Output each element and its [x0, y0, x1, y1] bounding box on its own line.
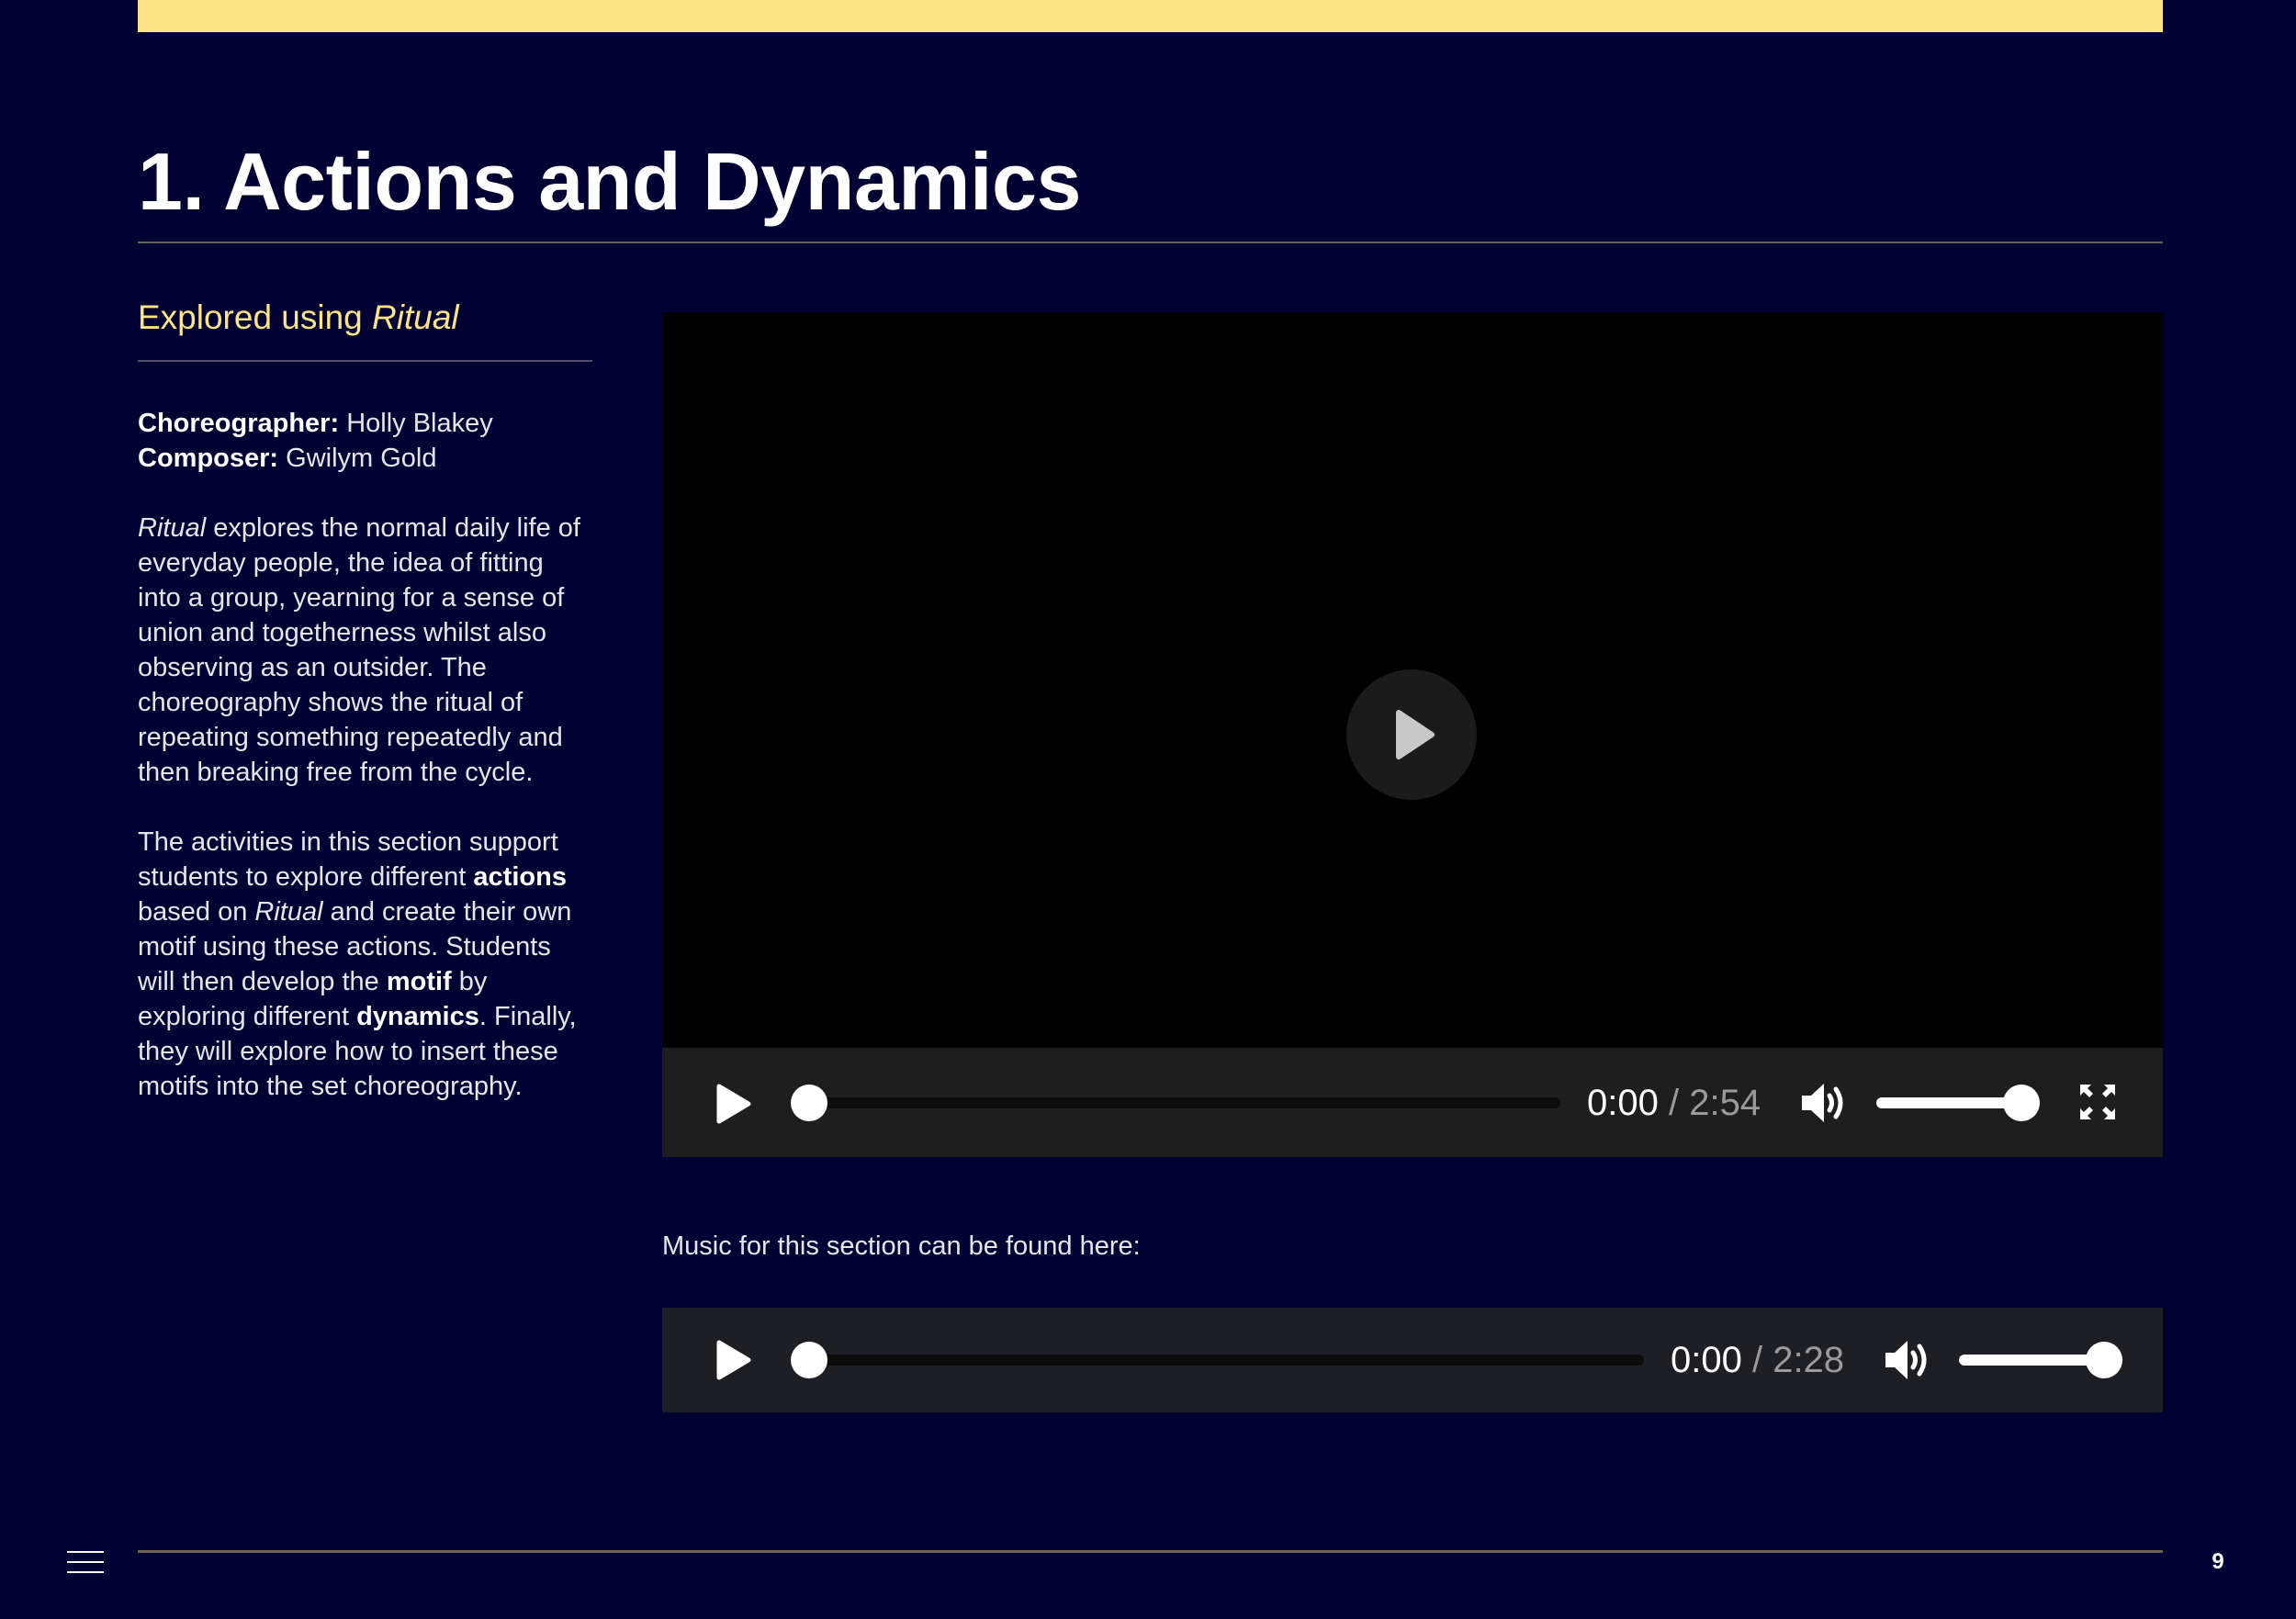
choreographer-line: Choreographer: Holly Blakey	[138, 406, 592, 441]
page-number: 9	[2212, 1549, 2224, 1574]
video-time: 0:00 / 2:54	[1587, 1081, 1761, 1125]
video-controls: 0:00 / 2:54	[662, 1048, 2163, 1157]
duration: 2:54	[1689, 1083, 1761, 1123]
audio-volume-handle[interactable]	[2086, 1342, 2122, 1378]
menu-icon[interactable]	[67, 1549, 104, 1575]
current-time: 0:00	[1671, 1340, 1742, 1380]
choreographer-name: Holly Blakey	[339, 409, 493, 438]
volume-icon[interactable]	[1883, 1337, 1932, 1383]
page: 1. Actions and Dynamics Explored using R…	[0, 0, 2296, 1619]
current-time: 0:00	[1587, 1083, 1659, 1123]
text-span: based on	[138, 897, 255, 927]
audio-seek-handle[interactable]	[791, 1342, 827, 1378]
play-icon[interactable]	[712, 1083, 754, 1125]
bold-term: motif	[386, 967, 452, 996]
footer-divider	[138, 1550, 2163, 1553]
bold-term: actions	[473, 862, 567, 892]
time-separator: /	[1658, 1083, 1690, 1123]
music-label: Music for this section can be found here…	[662, 1231, 1141, 1261]
work-title: Ritual	[254, 897, 323, 927]
composer-line: Composer: Gwilym Gold	[138, 441, 592, 476]
play-icon	[1396, 710, 1435, 759]
choreographer-label: Choreographer:	[138, 409, 340, 438]
bold-term: dynamics	[356, 1002, 479, 1031]
video-seek-track[interactable]	[791, 1097, 1560, 1108]
subtitle-work: Ritual	[372, 298, 459, 336]
top-accent-bar	[138, 0, 2163, 32]
time-separator: /	[1741, 1340, 1773, 1380]
audio-time: 0:00 / 2:28	[1671, 1338, 1844, 1382]
activities-paragraph: The activities in this section support s…	[138, 825, 592, 1104]
video-volume-handle[interactable]	[2003, 1085, 2040, 1121]
volume-icon[interactable]	[1799, 1080, 1849, 1126]
fullscreen-icon[interactable]	[2077, 1081, 2119, 1123]
big-play-button[interactable]	[1346, 669, 1477, 800]
work-title: Ritual	[138, 513, 207, 543]
subtitle-prefix: Explored using	[138, 298, 373, 336]
audio-player[interactable]: 0:00 / 2:28	[662, 1308, 2163, 1412]
subtitle-divider	[138, 360, 592, 362]
composer-name: Gwilym Gold	[278, 444, 437, 473]
section-subtitle: Explored using Ritual	[138, 294, 592, 342]
composer-label: Composer:	[138, 444, 279, 473]
video-seek-handle[interactable]	[791, 1085, 827, 1121]
video-player[interactable]: 0:00 / 2:54	[662, 312, 2163, 1157]
credits: Choreographer: Holly Blakey Composer: Gw…	[138, 406, 592, 476]
play-icon[interactable]	[712, 1339, 754, 1381]
page-title: 1. Actions and Dynamics	[138, 136, 1081, 227]
sidebar: Explored using Ritual Choreographer: Hol…	[138, 294, 592, 1104]
title-divider	[138, 242, 2163, 243]
duration: 2:28	[1773, 1340, 1845, 1380]
description-text: explores the normal daily life of everyd…	[138, 513, 580, 787]
audio-seek-track[interactable]	[791, 1355, 1644, 1366]
description-paragraph: Ritual explores the normal daily life of…	[138, 511, 592, 790]
